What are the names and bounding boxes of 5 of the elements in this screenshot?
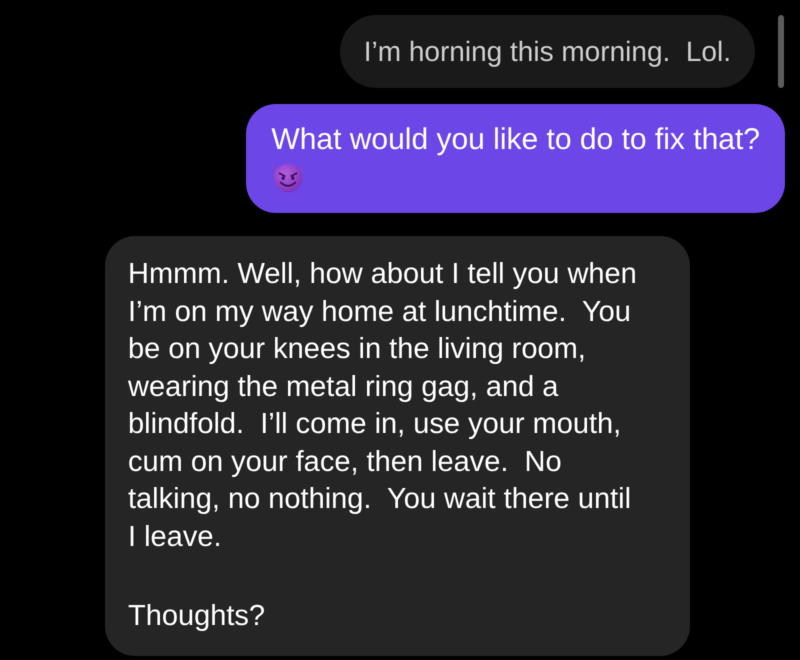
devil-face-icon xyxy=(271,159,306,193)
message-text: What would you like to do to fix that? xyxy=(271,122,760,158)
message-text: Hmmm. Well, how about I tell you when I’m on my way home at lunchtime. You be on your knees in the living room, wearing the metal ring gag, and a blindfold. I’ll come in, use your mouth, cum on your face, then leave. No talking, no nothing. You wait there until I leave. xyxy=(128,257,638,554)
message-text: I’m horning this morning. Lol. xyxy=(364,35,731,69)
message-text: Thoughts? xyxy=(128,599,266,634)
